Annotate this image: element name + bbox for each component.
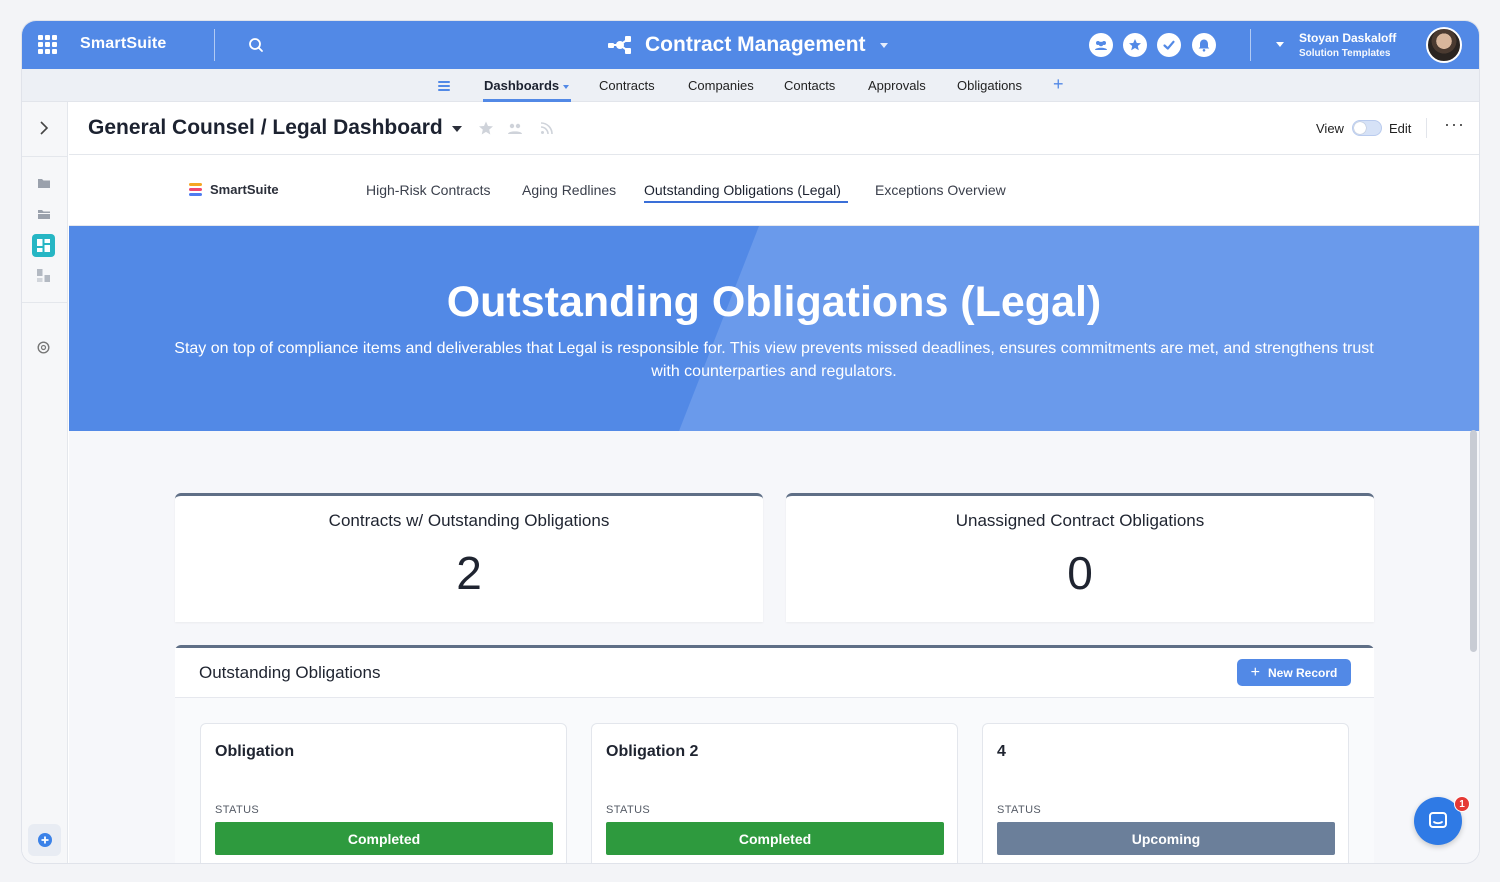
nav-item-contracts[interactable]: Contracts xyxy=(599,78,655,93)
status-label: STATUS xyxy=(215,804,260,816)
dashboard-content: SmartSuite High-Risk Contracts Aging Red… xyxy=(69,155,1479,863)
status-badge: Completed xyxy=(606,822,944,855)
chevron-down-icon[interactable] xyxy=(452,126,462,132)
solution-nav: Dashboards Contracts Companies Contacts … xyxy=(22,69,1479,102)
logo-mark-icon xyxy=(189,183,202,196)
nav-item-approvals[interactable]: Approvals xyxy=(868,78,926,93)
hero-decoration xyxy=(679,226,1479,431)
brand-logo[interactable]: SmartSuite xyxy=(80,35,166,53)
dashboard-icon[interactable] xyxy=(32,234,55,257)
open-folder-icon[interactable] xyxy=(35,205,52,222)
toggle-knob xyxy=(1354,122,1366,134)
status-badge: Completed xyxy=(215,822,553,855)
apps-grid-icon[interactable] xyxy=(38,35,57,54)
tab-high-risk-contracts[interactable]: High-Risk Contracts xyxy=(366,182,490,198)
kpi-value: 0 xyxy=(1067,547,1093,599)
status-label: STATUS xyxy=(997,804,1042,816)
avatar[interactable] xyxy=(1426,27,1462,63)
divider xyxy=(22,302,68,303)
logo-text: SmartSuite xyxy=(210,182,279,197)
nav-item-obligations[interactable]: Obligations xyxy=(957,78,1022,93)
status-label: STATUS xyxy=(606,804,651,816)
divider xyxy=(22,156,68,157)
smartsuite-logo: SmartSuite xyxy=(189,182,279,197)
divider xyxy=(1250,29,1251,61)
star-icon[interactable] xyxy=(478,120,494,136)
card-title: Obligation xyxy=(215,743,295,760)
panel-title: Outstanding Obligations xyxy=(199,663,381,682)
top-bar: SmartSuite Contract Management Stoyan Da… xyxy=(22,21,1479,69)
hero-banner: Outstanding Obligations (Legal) Stay on … xyxy=(69,226,1479,431)
help-icon[interactable] xyxy=(35,339,52,356)
user-name[interactable]: Stoyan Daskaloff xyxy=(1299,31,1396,45)
obligation-card[interactable]: 4 STATUS Upcoming xyxy=(982,723,1349,863)
kpi-value: 2 xyxy=(456,547,482,599)
tab-exceptions-overview[interactable]: Exceptions Overview xyxy=(875,182,1006,198)
plus-circle-icon xyxy=(37,833,52,847)
expand-sidebar-icon[interactable] xyxy=(35,119,52,136)
page-title: General Counsel / Legal Dashboard xyxy=(88,116,443,139)
notification-badge: 1 xyxy=(1454,796,1470,812)
kpi-card: Contracts w/ Outstanding Obligations 2 xyxy=(175,493,763,622)
left-sidebar xyxy=(22,102,68,863)
button-label: New Record xyxy=(1267,665,1338,680)
app-window: SmartSuite Contract Management Stoyan Da… xyxy=(22,21,1479,863)
card-title: Obligation 2 xyxy=(606,743,699,760)
new-record-button[interactable]: + New Record xyxy=(1237,659,1351,686)
card-title: 4 xyxy=(997,743,1006,760)
search-icon[interactable] xyxy=(248,37,264,53)
favorites-icon[interactable] xyxy=(1123,33,1147,57)
app-title: Contract Management xyxy=(645,33,866,56)
folder-icon[interactable] xyxy=(35,174,52,191)
nav-item-dashboards[interactable]: Dashboards xyxy=(484,78,570,93)
view-edit-toggle[interactable] xyxy=(1352,120,1382,136)
chevron-down-icon[interactable] xyxy=(1276,42,1284,47)
menu-icon[interactable] xyxy=(438,81,450,91)
divider xyxy=(214,29,215,61)
chat-icon xyxy=(1429,812,1447,828)
plus-icon: + xyxy=(1250,663,1260,681)
view-mode-label[interactable]: View xyxy=(1316,121,1344,136)
obligation-card[interactable]: Obligation 2 STATUS Completed xyxy=(591,723,958,863)
kpi-card: Unassigned Contract Obligations 0 xyxy=(786,493,1374,622)
tab-outstanding-obligations[interactable]: Outstanding Obligations (Legal) xyxy=(644,182,841,198)
user-subtitle: Solution Templates xyxy=(1299,48,1391,59)
grid-view-icon[interactable] xyxy=(35,267,52,284)
status-badge: Upcoming xyxy=(997,822,1335,855)
rss-icon[interactable] xyxy=(539,120,555,136)
hero-description: Stay on top of compliance items and deli… xyxy=(174,340,1374,380)
hero-title: Outstanding Obligations (Legal) xyxy=(446,278,1102,326)
add-button[interactable] xyxy=(28,824,61,856)
dashboard-subnav: SmartSuite High-Risk Contracts Aging Red… xyxy=(69,155,1479,226)
notifications-icon[interactable] xyxy=(1192,33,1216,57)
obligation-card[interactable]: Obligation STATUS Completed xyxy=(200,723,567,863)
check-icon[interactable] xyxy=(1157,33,1181,57)
solution-title[interactable]: Contract Management xyxy=(605,32,888,58)
chevron-down-icon xyxy=(879,42,888,48)
panel-header: Outstanding Obligations + New Record xyxy=(175,648,1374,698)
scrollbar[interactable] xyxy=(1470,430,1477,652)
kpi-label: Contracts w/ Outstanding Obligations xyxy=(328,511,610,530)
edit-mode-label[interactable]: Edit xyxy=(1389,121,1411,136)
obligations-panel: Outstanding Obligations + New Record Obl… xyxy=(175,645,1374,863)
active-tab-indicator xyxy=(644,201,848,203)
more-options-icon[interactable]: ··· xyxy=(1444,114,1465,135)
tab-aging-redlines[interactable]: Aging Redlines xyxy=(522,182,616,198)
dashboard-header: General Counsel / Legal Dashboard View E… xyxy=(69,102,1479,155)
divider xyxy=(1426,118,1427,138)
members-icon[interactable] xyxy=(1089,33,1113,57)
network-icon xyxy=(608,36,631,54)
add-table-button[interactable]: + xyxy=(1053,74,1064,95)
nav-item-contacts[interactable]: Contacts xyxy=(784,78,835,93)
nav-item-companies[interactable]: Companies xyxy=(688,78,754,93)
chevron-down-icon xyxy=(563,84,570,89)
members-icon[interactable] xyxy=(507,120,523,136)
kpi-label: Unassigned Contract Obligations xyxy=(955,511,1205,530)
